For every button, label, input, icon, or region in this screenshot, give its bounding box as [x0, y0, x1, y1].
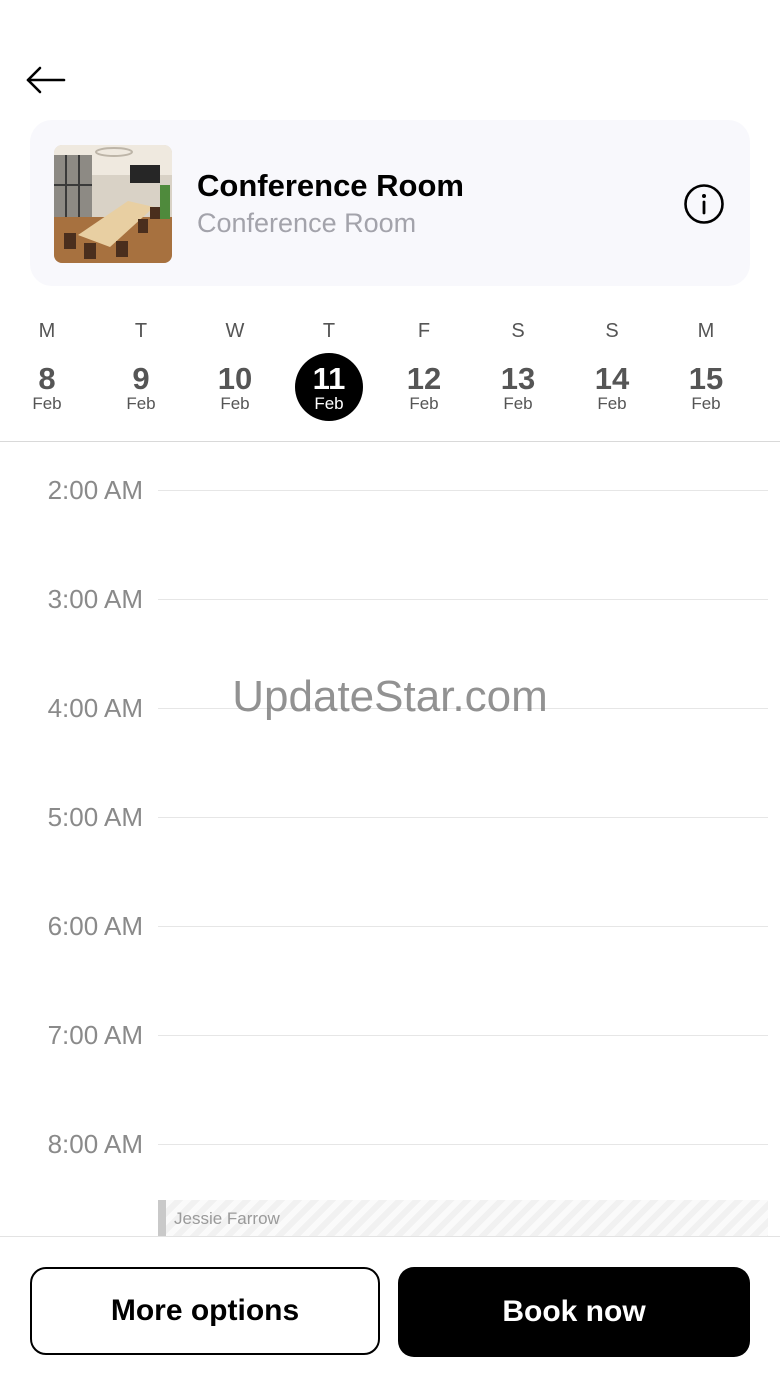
day-month: Feb: [32, 394, 62, 413]
day-month: Feb: [126, 394, 156, 413]
day-number: 10: [217, 361, 253, 396]
hour-line: [158, 1144, 768, 1145]
hour-label: 3:00 AM: [47, 584, 143, 614]
hour-line: [158, 926, 768, 927]
booking-block[interactable]: Jessie Farrow: [158, 1200, 768, 1236]
day-timeline[interactable]: 2:00 AM 3:00 AM 4:00 AM 5:00 AM 6:00 AM …: [0, 442, 780, 1236]
day-month: Feb: [597, 394, 627, 413]
room-subtitle: Conference Room: [197, 208, 417, 238]
room-card: Conference Room Conference Room: [30, 120, 750, 286]
day-month: Feb: [220, 394, 250, 413]
day-number: 9: [132, 361, 150, 396]
weekday-letter: M: [38, 320, 56, 342]
day-11-selected[interactable]: T 11 Feb: [289, 310, 369, 440]
more-options-button[interactable]: More options: [30, 1267, 380, 1355]
day-10[interactable]: W 10 Feb: [195, 310, 275, 440]
day-15[interactable]: M 15 Feb: [666, 310, 746, 440]
weekday-letter: M: [697, 320, 715, 342]
weekday-letter: F: [417, 320, 431, 342]
week-strip: M 8 Feb T 9 Feb W 10 Feb T 11 Feb F 12 F…: [0, 310, 780, 440]
weekday-letter: W: [225, 320, 245, 342]
weekday-letter: T: [322, 320, 336, 342]
day-month: Feb: [314, 394, 344, 413]
day-month: Feb: [691, 394, 721, 413]
info-button[interactable]: [683, 183, 725, 225]
day-14[interactable]: S 14 Feb: [572, 310, 652, 440]
day-month: Feb: [409, 394, 439, 413]
day-number: 14: [594, 361, 630, 396]
book-now-button[interactable]: Book now: [398, 1267, 750, 1357]
hour-label: 2:00 AM: [47, 475, 143, 505]
footer-actions: More options Book now: [0, 1236, 780, 1388]
room-title: Conference Room: [197, 168, 464, 203]
day-8[interactable]: M 8 Feb: [7, 310, 87, 440]
hour-line: [158, 708, 768, 709]
hour-label: 4:00 AM: [47, 693, 143, 723]
hour-label: 7:00 AM: [47, 1020, 143, 1050]
day-number: 12: [406, 361, 442, 396]
weekday-letter: S: [605, 320, 619, 342]
arrow-left-icon: [26, 66, 66, 94]
weekday-letter: T: [134, 320, 148, 342]
back-button[interactable]: [22, 60, 70, 100]
hour-label: 8:00 AM: [47, 1129, 143, 1159]
day-number: 13: [500, 361, 536, 396]
day-13[interactable]: S 13 Feb: [478, 310, 558, 440]
day-9[interactable]: T 9 Feb: [101, 310, 181, 440]
hour-label: 6:00 AM: [47, 911, 143, 941]
booking-indicator: [158, 1200, 166, 1236]
room-photo: [54, 145, 172, 263]
day-12[interactable]: F 12 Feb: [384, 310, 464, 440]
hour-label: 5:00 AM: [47, 802, 143, 832]
hour-line: [158, 1035, 768, 1036]
day-number: 8: [38, 361, 56, 396]
booking-owner: Jessie Farrow: [174, 1209, 280, 1228]
info-icon: [684, 184, 724, 224]
day-number: 11: [312, 361, 346, 396]
weekday-letter: S: [511, 320, 525, 342]
day-month: Feb: [503, 394, 533, 413]
hour-line: [158, 599, 768, 600]
hour-line: [158, 817, 768, 818]
hour-line: [158, 490, 768, 491]
day-number: 15: [688, 361, 724, 396]
